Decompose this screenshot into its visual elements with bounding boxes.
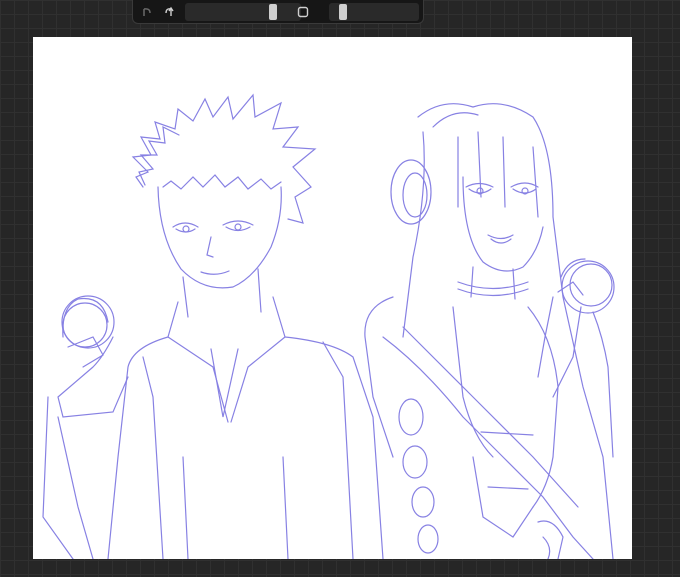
drawing-canvas[interactable] [33,37,632,559]
modify-button[interactable] [293,3,313,21]
redo-icon [165,6,174,16]
brush-toolbar [132,0,424,24]
undo-icon [143,8,151,16]
square-modify-icon [297,6,309,18]
brush-opacity-handle[interactable] [339,4,347,20]
brush-size-slider[interactable] [185,3,301,21]
redo-button[interactable] [159,3,179,21]
brush-opacity-slider[interactable] [329,3,419,21]
sketch-artwork [42,93,615,559]
undo-button[interactable] [137,3,157,21]
brush-size-handle[interactable] [269,4,277,20]
